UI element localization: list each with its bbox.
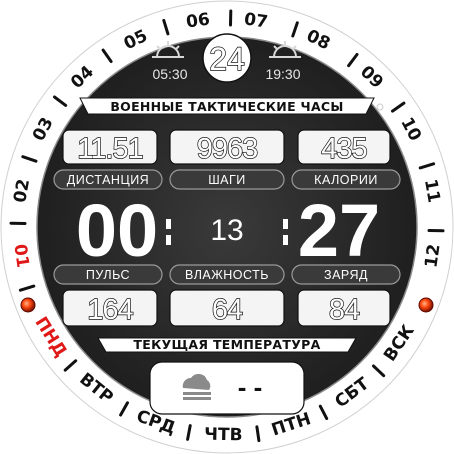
hour-label: 07 [243, 9, 269, 32]
hour-label: 06 [185, 9, 211, 32]
hour-label: 11 [420, 178, 444, 205]
top-stats: 11.51 9963 435 ДИСТАНЦИЯ ШАГИ КАЛОРИИ [53, 129, 401, 190]
pulse-label: ПУЛЬС [86, 268, 130, 282]
colon-right-top [283, 219, 288, 229]
sunset-time: 19:30 [265, 66, 300, 82]
date-text: 24 [209, 41, 245, 77]
colon-left-bottom [166, 235, 171, 245]
humidity-value: 64 [212, 294, 243, 326]
watch-face: 010203040506 070809101112ПНДВТРСРД ЧТВ ПТНС… [0, 0, 454, 454]
colon-right-bottom [283, 235, 288, 245]
distance-value: 11.51 [77, 133, 142, 165]
battery-label: ЗАРЯД [324, 268, 368, 282]
title-text: ВОЕННЫЕ ТАКТИЧЕСКИЕ ЧАСЫ [110, 99, 343, 114]
temperature-label: ТЕКУЩАЯ ТЕМПЕРАТУРА [133, 337, 320, 352]
temperature-value: - - [238, 372, 263, 402]
weather-box[interactable] [149, 361, 305, 415]
bezel-tick [255, 425, 261, 443]
colon-left-top [166, 219, 171, 229]
calories-value: 435 [321, 133, 366, 165]
title-banner: ВОЕННЫЕ ТАКТИЧЕСКИЕ ЧАСЫ [79, 97, 384, 115]
red-led-icon-right [418, 297, 434, 313]
battery-value: 84 [329, 294, 360, 326]
pulse-value: 164 [87, 294, 133, 326]
calories-label: КАЛОРИИ [314, 173, 378, 187]
red-led-icon-left [20, 297, 36, 313]
humidity-label: ВЛАЖНОСТЬ [185, 268, 269, 282]
steps-label: ШАГИ [208, 173, 246, 187]
hour-label: 02 [10, 178, 34, 205]
sunrise-time: 05:30 [152, 66, 187, 82]
weekday-label: ЧТВ [204, 425, 243, 446]
hour-label: 01 [9, 243, 32, 269]
time-seconds: 13 [210, 214, 243, 247]
hour-label: 12 [421, 243, 444, 269]
bottom-stats: ПУЛЬС ВЛАЖНОСТЬ ЗАРЯД 164 64 84 [53, 264, 401, 327]
time-minutes: 27 [298, 189, 380, 272]
steps-value: 9963 [197, 133, 258, 165]
time-hours: 00 [76, 189, 158, 272]
distance-label: ДИСТАНЦИЯ [67, 173, 149, 187]
